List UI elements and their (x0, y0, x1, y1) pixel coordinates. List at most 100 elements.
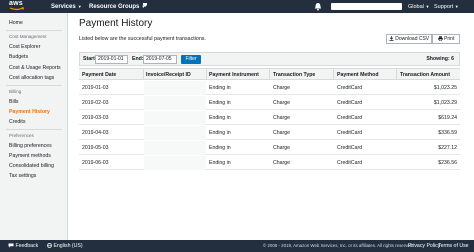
start-date-input[interactable]: 2019-01-01 (95, 55, 128, 64)
sidebar: Home Cost Management Cost Explorer Budge… (0, 13, 68, 240)
feedback-icon (8, 243, 14, 248)
support-menu-label: Support (434, 4, 454, 10)
column-divider (396, 69, 397, 80)
sidebar-item-home[interactable]: Home (9, 20, 23, 26)
end-date-label: End: (132, 56, 144, 62)
sidebar-item-credits[interactable]: Credits (9, 119, 25, 125)
cell-transaction-type: Charge (273, 85, 291, 91)
cell-invoice-id (144, 156, 206, 170)
cell-transaction-amount: $1,023.29 (433, 100, 457, 106)
table-row: 2019-05-03 Ending in Charge CreditCard $… (79, 141, 460, 155)
cell-payment-instrument: Ending in (209, 130, 231, 136)
cell-transaction-type: Charge (273, 160, 291, 166)
column-header-payment-method[interactable]: Payment Method (337, 72, 379, 78)
column-header-payment-date[interactable]: Payment Date (82, 72, 116, 78)
pin-menu[interactable] (142, 0, 148, 13)
table-row: 2019-02-03 Ending in Charge CreditCard $… (79, 96, 460, 110)
table-row: 2019-04-03 Ending in Charge CreditCard $… (79, 126, 460, 140)
cell-transaction-type: Charge (273, 145, 291, 151)
sidebar-item-payment-history[interactable]: Payment History (9, 109, 50, 115)
resource-groups-menu[interactable]: Resource Groups ▼ (89, 0, 145, 13)
sidebar-item-budgets[interactable]: Budgets (9, 54, 28, 60)
cell-invoice-id (144, 111, 206, 125)
region-menu-label: Global (408, 4, 424, 10)
column-header-transaction-type[interactable]: Transaction Type (273, 72, 315, 78)
cell-invoice-id (144, 141, 206, 155)
bell-icon[interactable] (314, 2, 322, 11)
chevron-down-icon: ▼ (425, 4, 430, 9)
sidebar-divider (6, 30, 62, 31)
services-menu[interactable]: Services ▼ (51, 0, 82, 13)
table-row: 2019-01-03 Ending in Charge CreditCard $… (79, 81, 460, 95)
column-divider (206, 69, 207, 80)
language-selector[interactable]: English (US) (46, 240, 83, 252)
sidebar-item-cost-allocation-tags[interactable]: Cost allocation tags (9, 75, 54, 81)
cell-payment-instrument: Ending in (209, 100, 231, 106)
download-icon (389, 36, 394, 41)
services-menu-label: Services (51, 4, 76, 11)
region-menu[interactable]: Global ▼ (408, 0, 429, 13)
cell-transaction-amount: $336.59 (438, 130, 457, 136)
cell-payment-instrument: Ending in (209, 85, 231, 91)
sidebar-item-tax-settings[interactable]: Tax settings (9, 173, 36, 179)
sidebar-item-bills[interactable]: Bills (9, 99, 19, 105)
copyright-text: © 2008 - 2019, Amazon Web Services, Inc.… (263, 243, 414, 248)
column-divider (333, 69, 334, 80)
page-subtitle: Listed below are the successful payment … (79, 36, 206, 42)
support-menu[interactable]: Support ▼ (434, 0, 459, 13)
cell-payment-instrument: Ending in (209, 115, 231, 121)
column-divider (143, 69, 144, 80)
language-label: English (US) (53, 243, 83, 249)
cell-transaction-amount: $227.12 (438, 145, 457, 151)
pin-icon (143, 3, 147, 8)
cell-transaction-type: Charge (273, 100, 291, 106)
cell-invoice-id (144, 81, 206, 95)
cell-payment-date: 2019-04-03 (82, 130, 109, 136)
cell-payment-date: 2019-01-03 (82, 85, 109, 91)
top-navigation-bar: aws Services ▼ Resource Groups ▼ Global ▼ … (0, 0, 474, 13)
cell-payment-method: CreditCard (337, 85, 363, 91)
sidebar-item-cost-explorer[interactable]: Cost Explorer (9, 44, 40, 50)
feedback-link[interactable]: Feedback (8, 240, 38, 252)
account-menu[interactable] (331, 3, 402, 10)
sidebar-divider (6, 129, 62, 130)
feedback-label: Feedback (15, 243, 39, 249)
cell-payment-method: CreditCard (337, 145, 363, 151)
sidebar-section-preferences: Preferences (9, 133, 34, 138)
table-header: Payment Date Invoice/Receipt ID Payment … (79, 68, 460, 80)
end-date-input[interactable]: 2019-07-05 (143, 55, 177, 64)
privacy-policy-link[interactable]: Privacy Policy (408, 240, 440, 252)
sidebar-item-consolidated-billing[interactable]: Consolidated billing (9, 163, 54, 169)
sidebar-section-cost-management: Cost Management (9, 34, 47, 39)
chevron-down-icon: ▼ (454, 4, 459, 9)
column-header-payment-instrument[interactable]: Payment Instrument (209, 72, 259, 78)
sidebar-divider (6, 85, 62, 86)
print-label: Print (444, 36, 455, 42)
cell-invoice-id (144, 96, 206, 110)
sidebar-item-cost-usage-reports[interactable]: Cost & Usage Reports (9, 65, 61, 71)
column-header-invoice-id[interactable]: Invoice/Receipt ID (146, 72, 191, 78)
sidebar-item-payment-methods[interactable]: Payment methods (9, 153, 51, 159)
page-title: Payment History (79, 18, 153, 29)
chevron-down-icon: ▼ (77, 4, 82, 9)
download-csv-button[interactable]: Download CSV (386, 34, 432, 44)
cell-transaction-amount: $619.24 (438, 115, 457, 121)
cell-payment-date: 2019-06-03 (82, 160, 109, 166)
cell-payment-instrument: Ending in (209, 160, 231, 166)
print-button[interactable]: Print (432, 34, 460, 44)
footer-bar: Feedback English (US) © 2008 - 2019, Ama… (0, 240, 474, 252)
terms-of-use-link[interactable]: Terms of Use (438, 240, 469, 252)
cell-payment-method: CreditCard (337, 160, 363, 166)
cell-transaction-type: Charge (273, 115, 291, 121)
aws-smile-icon (9, 7, 25, 11)
resource-groups-menu-label: Resource Groups (89, 4, 140, 11)
cell-transaction-amount: $1,023.25 (433, 85, 457, 91)
sidebar-item-billing-preferences[interactable]: Billing preferences (9, 143, 52, 149)
download-csv-label: Download CSV (395, 36, 430, 42)
column-header-transaction-amount[interactable]: Transaction Amount (400, 72, 450, 78)
cell-invoice-id (144, 126, 206, 140)
filter-button[interactable]: Filter (181, 55, 201, 64)
cell-payment-date: 2019-05-03 (82, 145, 109, 151)
cell-payment-method: CreditCard (337, 130, 363, 136)
aws-logo[interactable]: aws (7, 0, 31, 13)
